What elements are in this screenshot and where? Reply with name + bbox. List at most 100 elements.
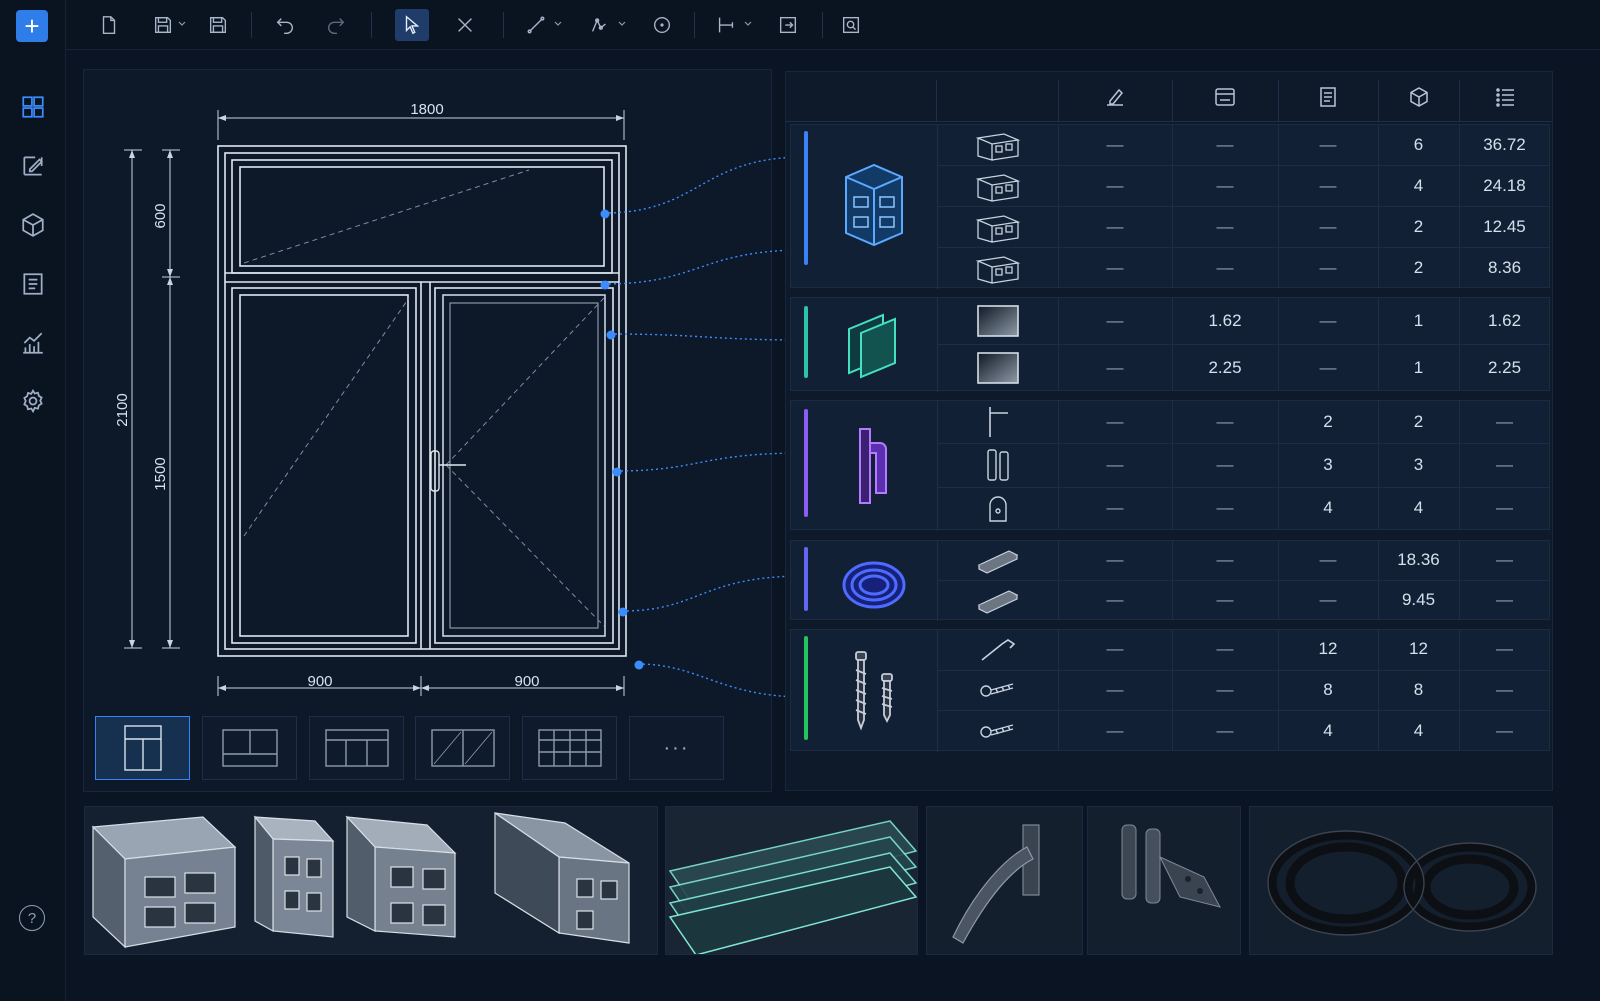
dimension-height-total: 2100 bbox=[114, 393, 131, 426]
trim-icon[interactable] bbox=[448, 9, 482, 41]
table-cell-col4: 1 bbox=[1413, 310, 1424, 330]
table-cell-col1: — bbox=[1106, 639, 1124, 659]
layout-thumb-two-pane[interactable] bbox=[202, 716, 297, 780]
window-drawing: 1800 900 900 2100 600 1500 bbox=[114, 101, 644, 696]
table-cell-col4: 12 bbox=[1409, 639, 1428, 659]
node-icon[interactable] bbox=[582, 9, 616, 41]
screw-small-icon bbox=[937, 710, 1058, 751]
glass-square-icon bbox=[937, 297, 1058, 344]
dimension-icon[interactable] bbox=[709, 9, 743, 41]
drawing-canvas[interactable]: 1800 900 900 2100 600 1500 ··· bbox=[83, 69, 772, 792]
export-icon[interactable] bbox=[771, 9, 805, 41]
table-cell-col1: — bbox=[1106, 357, 1124, 377]
chevron-down-icon[interactable] bbox=[554, 20, 562, 28]
circle-icon[interactable] bbox=[645, 9, 679, 41]
dimension-width-total: 1800 bbox=[410, 101, 443, 118]
table-cell-col5: — bbox=[1496, 679, 1513, 699]
new-file-icon[interactable] bbox=[92, 9, 126, 41]
table-cell-col5: — bbox=[1496, 639, 1513, 659]
list-icon[interactable] bbox=[1459, 72, 1552, 122]
dimension-width-right: 900 bbox=[514, 673, 539, 690]
table-row[interactable]: — — 2 2 — bbox=[786, 400, 1552, 444]
document-icon[interactable] bbox=[1278, 72, 1378, 122]
table-cell-col2: — bbox=[1216, 454, 1234, 474]
table-cell-col2: — bbox=[1216, 175, 1234, 195]
preview-icon[interactable] bbox=[834, 9, 868, 41]
save-icon[interactable] bbox=[201, 9, 235, 41]
table-row[interactable]: — — 3 3 — bbox=[786, 443, 1552, 487]
quantity-box-icon[interactable] bbox=[1378, 72, 1459, 122]
report-icon[interactable] bbox=[17, 268, 49, 300]
table-cell-col3: — bbox=[1319, 216, 1337, 236]
hook-screw-icon bbox=[937, 629, 1058, 670]
table-row[interactable]: — — — 4 24.18 bbox=[786, 165, 1552, 206]
table-row[interactable]: — — — 18.36 — bbox=[786, 540, 1552, 580]
table-cell-col4: 4 bbox=[1413, 498, 1424, 518]
table-cell-col2: — bbox=[1216, 257, 1234, 277]
bill-of-materials-table: — — — 6 36.72 — — — 4 24.18 — — — 2 12.45 — — — 2 8.36 — 1.62… bbox=[785, 71, 1553, 791]
table-cell-col3: — bbox=[1319, 134, 1337, 154]
chevron-down-icon[interactable] bbox=[744, 20, 752, 28]
table-row[interactable]: — — — 2 12.45 bbox=[786, 206, 1552, 247]
table-row[interactable]: — — 4 4 — bbox=[786, 710, 1552, 751]
profile-section-icon bbox=[937, 206, 1058, 247]
table-cell-col4: 1 bbox=[1413, 357, 1424, 377]
area-icon[interactable] bbox=[1172, 72, 1278, 122]
edit-icon[interactable] bbox=[17, 150, 49, 182]
layout-thumb-transom-casement[interactable] bbox=[95, 716, 190, 780]
table-cell-col1: — bbox=[1106, 454, 1124, 474]
layout-thumb-grid[interactable] bbox=[522, 716, 617, 780]
table-cell-col4: 4 bbox=[1413, 720, 1424, 740]
table-cell-col1: — bbox=[1106, 411, 1124, 431]
hinge-photo[interactable] bbox=[1087, 806, 1241, 955]
edit-pen-icon[interactable] bbox=[1058, 72, 1172, 122]
dimension-width-left: 900 bbox=[307, 673, 332, 690]
table-cell-col1: — bbox=[1106, 550, 1124, 569]
seal-strip-icon bbox=[937, 540, 1058, 580]
table-row[interactable]: — — 12 12 — bbox=[786, 629, 1552, 670]
chevron-down-icon[interactable] bbox=[618, 20, 626, 28]
more-layouts-button[interactable]: ··· bbox=[629, 716, 724, 780]
table-cell-col4: 6 bbox=[1413, 134, 1424, 154]
table-row[interactable]: — 1.62 — 1 1.62 bbox=[786, 297, 1552, 344]
table-row[interactable]: — — — 9.45 — bbox=[786, 580, 1552, 620]
profile-photos[interactable] bbox=[84, 806, 658, 955]
settings-icon[interactable] bbox=[17, 385, 49, 417]
seal-photo[interactable] bbox=[1249, 806, 1553, 955]
save-as-icon[interactable] bbox=[146, 9, 180, 41]
dashboard-icon[interactable] bbox=[17, 91, 49, 123]
help-icon[interactable]: ? bbox=[19, 905, 45, 931]
table-cell-col4: 3 bbox=[1413, 454, 1424, 474]
table-row[interactable]: — 2.25 — 1 2.25 bbox=[786, 344, 1552, 391]
handle-photo[interactable] bbox=[926, 806, 1083, 955]
table-row[interactable]: — — 8 8 — bbox=[786, 669, 1552, 711]
redo-icon[interactable] bbox=[319, 9, 353, 41]
profile-section-icon bbox=[937, 247, 1058, 288]
cube-icon[interactable] bbox=[17, 209, 49, 241]
table-row[interactable]: — — — 2 8.36 bbox=[786, 247, 1552, 288]
table-cell-col3: 8 bbox=[1323, 679, 1333, 699]
layout-thumb-sliding[interactable] bbox=[415, 716, 510, 780]
line-icon[interactable] bbox=[519, 9, 553, 41]
table-cell-col5: 12.45 bbox=[1483, 216, 1526, 236]
undo-icon[interactable] bbox=[268, 9, 302, 41]
table-cell-col5: — bbox=[1496, 590, 1513, 609]
table-row[interactable]: — — — 6 36.72 bbox=[786, 124, 1552, 165]
layout-thumb-three-pane[interactable] bbox=[309, 716, 404, 780]
table-cell-col4: 9.45 bbox=[1401, 590, 1436, 609]
table-cell-col1: — bbox=[1106, 257, 1124, 277]
table-cell-col5: — bbox=[1496, 411, 1513, 431]
profile-section-icon bbox=[937, 124, 1058, 165]
table-cell-col2: — bbox=[1216, 134, 1234, 154]
chevron-down-icon[interactable] bbox=[178, 20, 186, 28]
table-cell-col4: 2 bbox=[1413, 216, 1424, 236]
table-row[interactable]: — — 4 4 — bbox=[786, 486, 1552, 530]
glass-photo[interactable] bbox=[665, 806, 918, 955]
table-cell-col2: — bbox=[1216, 639, 1234, 659]
table-cell-col2: — bbox=[1216, 411, 1234, 431]
toolbar bbox=[66, 0, 1600, 50]
chart-icon[interactable] bbox=[17, 327, 49, 359]
select-icon[interactable] bbox=[395, 9, 429, 41]
add-button[interactable]: + bbox=[16, 10, 48, 42]
table-cell-col3: 4 bbox=[1323, 498, 1333, 518]
